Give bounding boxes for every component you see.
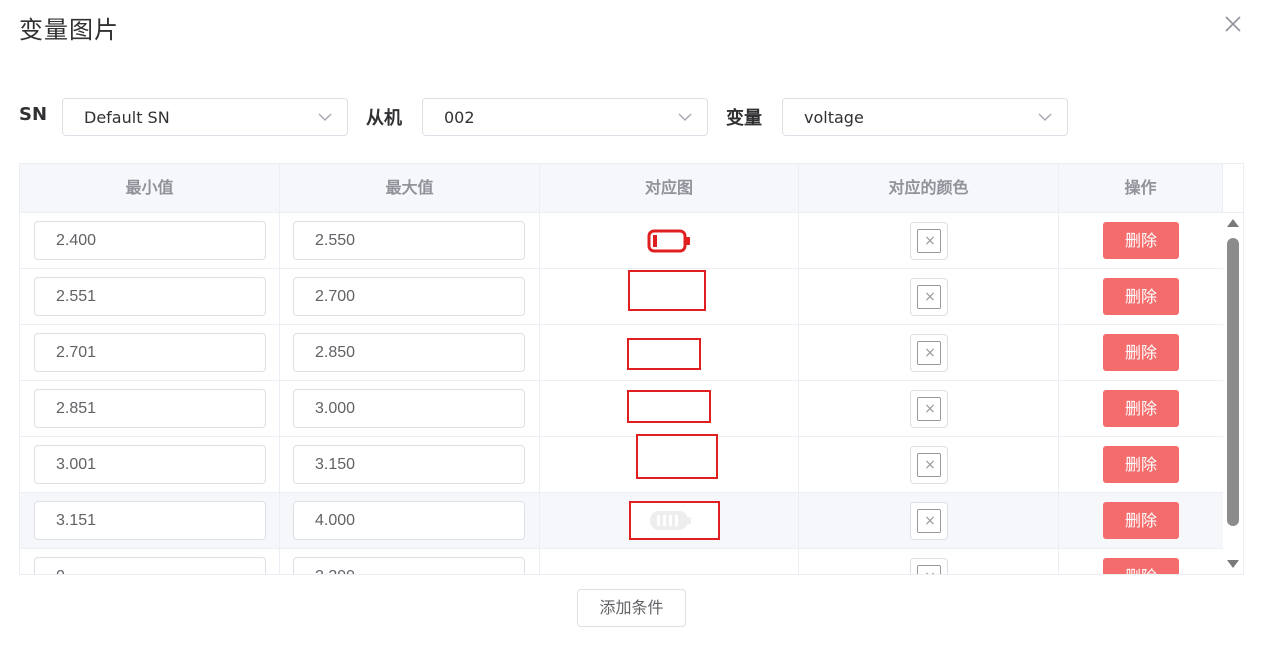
variable-select-value: voltage (804, 108, 864, 127)
delete-button[interactable]: 删除 (1103, 334, 1179, 371)
sn-select-value: Default SN (84, 108, 170, 127)
table-body: × 删除 × 删除 × 删除 × 删除 (20, 213, 1223, 574)
delete-button[interactable]: 删除 (1103, 222, 1179, 259)
max-value-input[interactable] (293, 557, 525, 574)
scroll-up-arrow-icon[interactable] (1227, 219, 1239, 227)
slave-select[interactable]: 002 (422, 98, 708, 136)
table-row: × 删除 (20, 493, 1223, 549)
battery-full-icon (650, 511, 691, 530)
table-row: × 删除 (20, 381, 1223, 437)
chevron-down-icon (318, 113, 332, 122)
header-gutter (1223, 164, 1243, 213)
color-picker[interactable]: × (910, 334, 948, 372)
color-picker[interactable]: × (910, 502, 948, 540)
column-header-color: 对应的颜色 (799, 164, 1059, 213)
battery-image[interactable] (629, 501, 720, 540)
column-header-max: 最大值 (280, 164, 540, 213)
table-row: × 删除 (20, 325, 1223, 381)
add-condition-button[interactable]: 添加条件 (577, 589, 686, 627)
delete-button[interactable]: 删除 (1103, 502, 1179, 539)
max-value-input[interactable] (293, 445, 525, 484)
max-value-input[interactable] (293, 333, 525, 372)
max-value-input[interactable] (293, 389, 525, 428)
max-value-input[interactable] (293, 221, 525, 260)
close-icon[interactable] (1222, 13, 1244, 35)
min-value-input[interactable] (34, 445, 266, 484)
vertical-scrollbar[interactable] (1223, 213, 1243, 574)
table-row: × 删除 (20, 434, 1223, 493)
chevron-down-icon (1038, 113, 1052, 122)
variable-select[interactable]: voltage (782, 98, 1068, 136)
min-value-input[interactable] (34, 557, 266, 574)
max-value-input[interactable] (293, 277, 525, 316)
table-header: 最小值 最大值 对应图 对应的颜色 操作 (20, 164, 1223, 213)
color-picker[interactable]: × (910, 390, 948, 428)
table-row: × 删除 (20, 549, 1223, 574)
condition-table: 最小值 最大值 对应图 对应的颜色 操作 × 删除 × (19, 163, 1244, 575)
sn-select[interactable]: Default SN (62, 98, 348, 136)
filter-bar: SN Default SN 从机 002 变量 voltage (19, 98, 1079, 136)
slave-select-value: 002 (444, 108, 475, 127)
chevron-down-icon (678, 113, 692, 122)
table-row: × 删除 (20, 213, 1223, 269)
delete-button[interactable]: 删除 (1103, 278, 1179, 315)
color-picker[interactable]: × (910, 222, 948, 260)
delete-button[interactable]: 删除 (1103, 558, 1179, 574)
sn-label: SN (19, 104, 48, 125)
scroll-down-arrow-icon[interactable] (1227, 560, 1239, 568)
battery-image[interactable] (628, 270, 706, 311)
dialog-title: 变量图片 (19, 16, 119, 44)
color-picker[interactable]: × (910, 446, 948, 484)
max-value-input[interactable] (293, 501, 525, 540)
scroll-thumb[interactable] (1227, 238, 1239, 526)
min-value-input[interactable] (34, 389, 266, 428)
variable-label: 变量 (726, 108, 762, 129)
table-row: × 删除 (20, 269, 1223, 325)
delete-button[interactable]: 删除 (1103, 390, 1179, 427)
battery-image[interactable] (627, 338, 701, 370)
slave-label: 从机 (366, 108, 402, 129)
battery-image[interactable] (627, 390, 711, 423)
min-value-input[interactable] (34, 333, 266, 372)
min-value-input[interactable] (34, 221, 266, 260)
color-picker[interactable]: × (910, 278, 948, 316)
column-header-image: 对应图 (540, 164, 799, 213)
min-value-input[interactable] (34, 501, 266, 540)
min-value-input[interactable] (34, 277, 266, 316)
battery-low-icon[interactable] (647, 229, 692, 253)
delete-button[interactable]: 删除 (1103, 446, 1179, 483)
column-header-action: 操作 (1059, 164, 1223, 213)
column-header-min: 最小值 (20, 164, 280, 213)
battery-image[interactable] (636, 434, 718, 479)
color-picker[interactable]: × (910, 558, 948, 574)
